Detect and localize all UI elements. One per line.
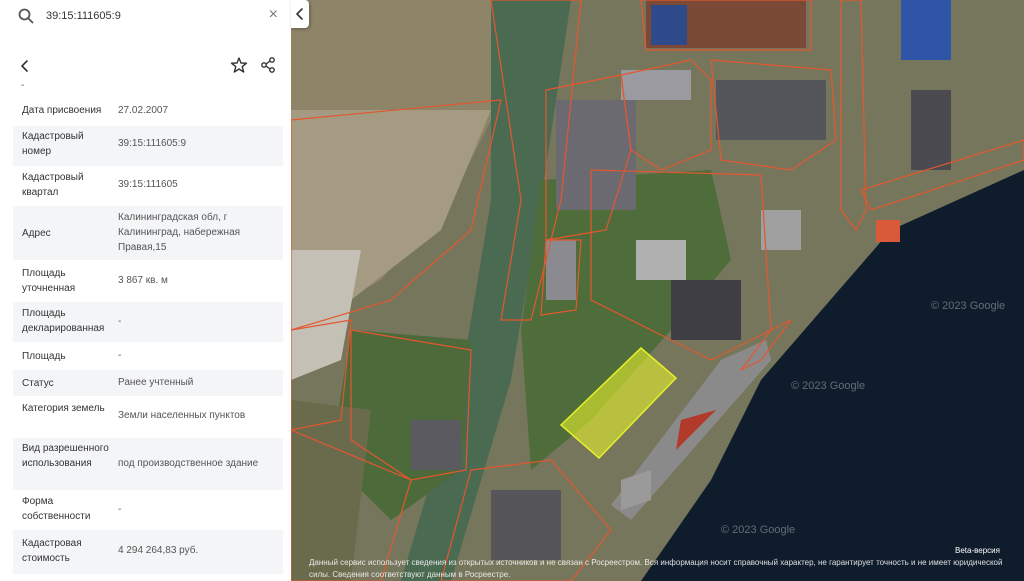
- close-icon[interactable]: ×: [269, 6, 278, 24]
- chevron-left-icon[interactable]: [16, 57, 34, 75]
- row-label: Категория земель: [22, 403, 105, 414]
- details-panel: 39:15:111605:9 × - Дата присвоения 27.02…: [0, 0, 291, 581]
- row-label: Адрес: [22, 228, 51, 239]
- row-value: -: [118, 316, 122, 327]
- star-icon[interactable]: [230, 56, 248, 74]
- collapse-panel-button[interactable]: [291, 0, 309, 28]
- list-item: Кадастровый квартал 39:15:111605: [13, 166, 283, 206]
- row-label: Площадь: [22, 351, 66, 362]
- row-label: Форма собственности: [22, 496, 91, 522]
- row-label: Дата присвоения: [22, 105, 102, 116]
- map-disclaimer: Данный сервис использует сведения из отк…: [309, 558, 1003, 579]
- row-label: Кадастровая стоимость: [22, 538, 82, 564]
- row-label: Площадь декларированная: [22, 308, 105, 334]
- list-item: Кадастровый номер 39:15:111605:9: [13, 126, 283, 166]
- row-label: Статус: [22, 378, 54, 389]
- row-label: Площадь уточненная: [22, 268, 76, 294]
- list-item: Площадь -: [13, 342, 283, 370]
- chevron-left-icon[interactable]: [294, 7, 306, 21]
- list-item: Статус Ранее учтенный: [13, 370, 283, 396]
- list-item: Категория земель Земли населенных пункто…: [13, 396, 283, 438]
- list-item: Дата присвоения 27.02.2007: [13, 92, 283, 126]
- search-icon[interactable]: [18, 8, 34, 24]
- row-label: Кадастровый номер: [22, 131, 84, 157]
- map-watermark: © 2023 Google: [721, 524, 796, 536]
- beta-label: Beta-версия: [955, 546, 1000, 555]
- row-value: -: [118, 350, 122, 361]
- row-label: Вид разрешенного использования: [22, 443, 109, 469]
- list-item: Площадь уточненная 3 867 кв. м: [13, 260, 283, 302]
- list-item: Кадастровая стоимость 4 294 264,83 руб.: [13, 530, 283, 574]
- list-item: Форма собственности -: [13, 490, 283, 530]
- list-item: Адрес Калининградская обл, г Калининград…: [13, 206, 283, 260]
- top-dash: -: [21, 80, 25, 91]
- list-item: Площадь декларированная -: [13, 302, 283, 342]
- row-value: -: [118, 504, 122, 515]
- details-toolbar: [6, 50, 284, 82]
- map-watermark: © 2023 Google: [931, 300, 1006, 312]
- row-value: 39:15:111605: [118, 179, 178, 190]
- row-label: Кадастровый квартал: [22, 172, 84, 198]
- map-watermark: © 2023 Google: [791, 380, 866, 392]
- row-value: 4 294 264,83 руб.: [118, 545, 199, 556]
- row-value: 3 867 кв. м: [118, 275, 168, 286]
- row-value: Земли населенных пунктов: [118, 410, 246, 421]
- row-value: Калининградская обл, г Калининград, набе…: [118, 212, 241, 253]
- row-value: Ранее учтенный: [118, 377, 194, 388]
- satellite-map[interactable]: © 2023 Google © 2023 Google © 2023 Googl…: [291, 0, 1024, 581]
- list-item: Вид разрешенного использования под произ…: [13, 438, 283, 490]
- row-value: 39:15:111605:9: [118, 138, 187, 149]
- row-value: под производственное здание: [118, 458, 259, 469]
- search-bar[interactable]: 39:15:111605:9 ×: [6, 3, 284, 30]
- map-canvas[interactable]: [291, 0, 1024, 581]
- search-input[interactable]: 39:15:111605:9: [46, 10, 121, 22]
- row-value: 27.02.2007: [118, 105, 169, 116]
- share-icon[interactable]: [259, 56, 277, 74]
